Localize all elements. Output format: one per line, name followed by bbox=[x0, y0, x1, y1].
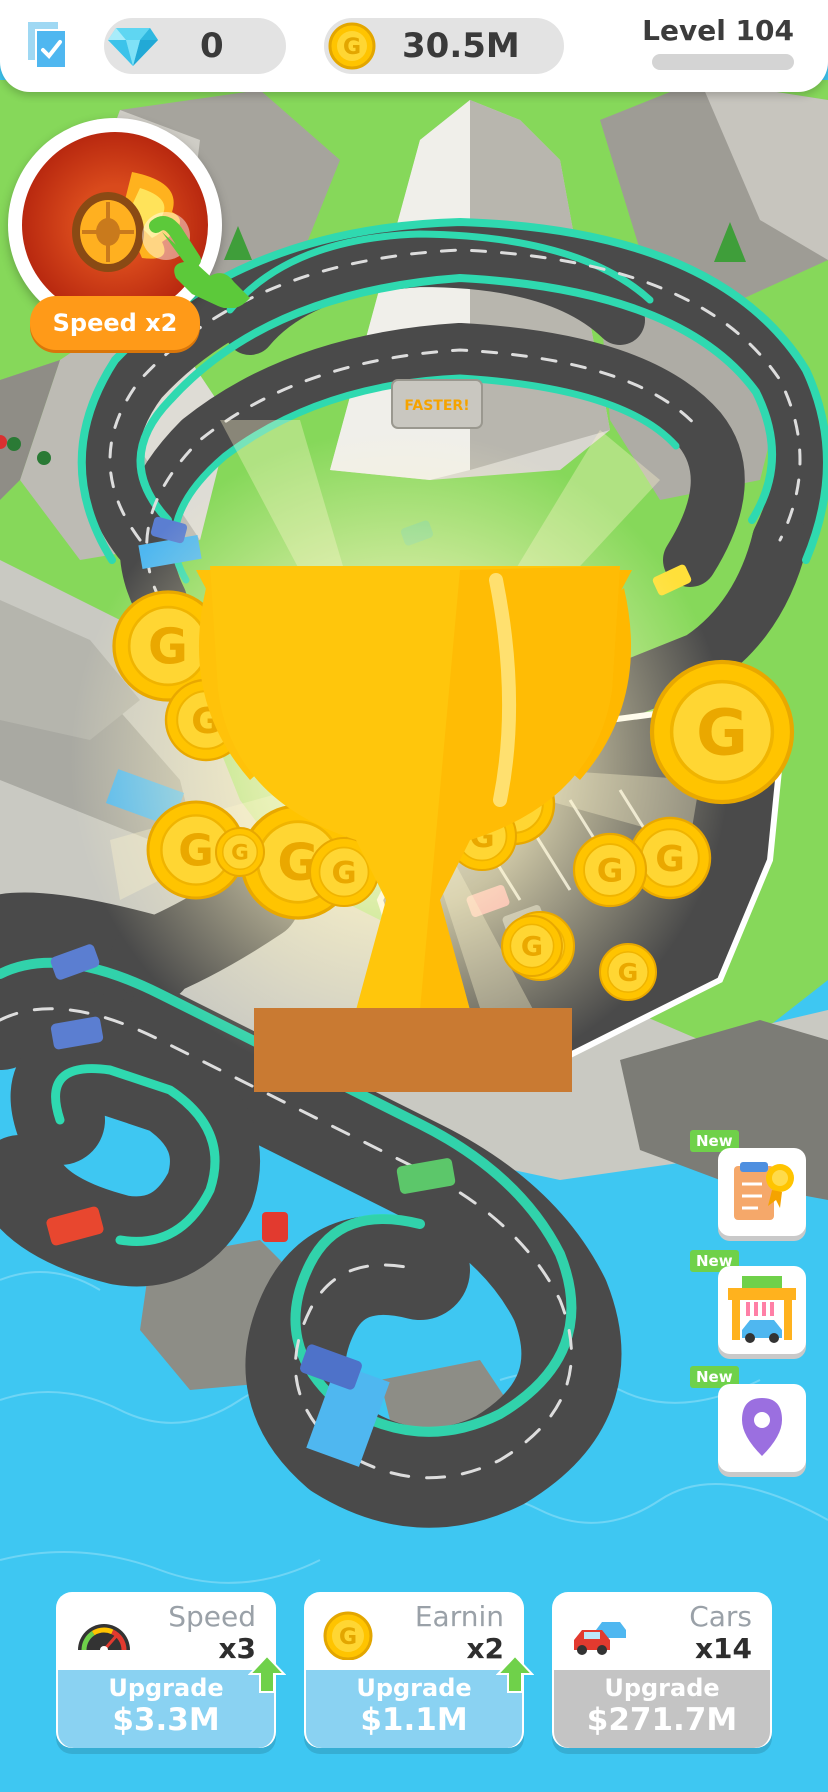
car-wash-button[interactable] bbox=[718, 1266, 806, 1354]
upgrade-label: Upgrade bbox=[356, 1674, 472, 1702]
svg-text:G: G bbox=[339, 1625, 357, 1650]
certificate-checklist-icon bbox=[734, 1162, 794, 1220]
svg-text:G: G bbox=[521, 932, 543, 963]
svg-text:G: G bbox=[331, 856, 356, 891]
upgrade-label: Upgrade bbox=[604, 1674, 720, 1702]
upgrade-button[interactable]: Upgrade $3.3M bbox=[58, 1670, 274, 1748]
coin-icon: G bbox=[599, 943, 657, 1001]
speed-boost-label[interactable]: Speed x2 bbox=[30, 296, 200, 350]
coins-counter: G 30.5M bbox=[324, 18, 564, 74]
top-bar: 0 G 30.5M Level 104 bbox=[0, 0, 828, 92]
upgrade-button[interactable]: Upgrade $271.7M bbox=[554, 1670, 770, 1748]
svg-text:G: G bbox=[178, 826, 213, 876]
coin-icon: G bbox=[215, 827, 265, 877]
upgrade-multiplier: x14 bbox=[694, 1632, 752, 1665]
svg-text:G: G bbox=[655, 839, 685, 880]
diamond-icon bbox=[106, 24, 160, 68]
checklist-icon[interactable] bbox=[26, 20, 70, 70]
svg-text:G: G bbox=[597, 852, 624, 890]
upgrade-name: Cars bbox=[689, 1600, 752, 1633]
upgrade-label: Upgrade bbox=[108, 1674, 224, 1702]
upgrade-price: $3.3M bbox=[112, 1702, 220, 1738]
coin-icon: G bbox=[649, 659, 795, 805]
upgrade-button[interactable]: Upgrade $1.1M bbox=[306, 1670, 522, 1748]
map-location-button[interactable] bbox=[718, 1384, 806, 1472]
svg-text:G: G bbox=[231, 841, 249, 866]
svg-text:G: G bbox=[696, 696, 748, 769]
location-pin-icon bbox=[742, 1398, 782, 1456]
gems-value: 0 bbox=[200, 26, 224, 66]
level-progress-bar bbox=[652, 54, 794, 70]
svg-text:G: G bbox=[343, 35, 361, 60]
gems-counter: 0 bbox=[104, 18, 286, 74]
cars-icon bbox=[570, 1610, 630, 1660]
upgrade-name: Speed bbox=[168, 1600, 256, 1633]
svg-text:G: G bbox=[148, 619, 188, 675]
coin-icon: G bbox=[328, 22, 376, 70]
arrow-up-icon bbox=[496, 1654, 534, 1693]
coins-value: 30.5M bbox=[402, 26, 520, 66]
earnings-upgrade-card[interactable]: G Earnin x2 Upgrade $1.1M bbox=[304, 1592, 524, 1748]
coin-icon: G bbox=[572, 832, 648, 908]
upgrade-price: $1.1M bbox=[360, 1702, 468, 1738]
car-wash-icon bbox=[728, 1276, 796, 1343]
coin-icon: G bbox=[501, 915, 563, 977]
pointing-hand-icon bbox=[142, 212, 250, 308]
speed-upgrade-card[interactable]: Speed x3 Upgrade $3.3M bbox=[56, 1592, 276, 1748]
arrow-up-icon bbox=[248, 1654, 286, 1693]
achievements-button[interactable] bbox=[718, 1148, 806, 1236]
level-label: Level 104 bbox=[642, 14, 794, 47]
upgrade-name: Earnin bbox=[414, 1600, 504, 1633]
svg-text:G: G bbox=[618, 958, 639, 987]
upgrade-price: $271.7M bbox=[586, 1702, 738, 1738]
cars-upgrade-card[interactable]: Cars x14 Upgrade $271.7M bbox=[552, 1592, 772, 1748]
coin-icon: G bbox=[322, 1610, 382, 1661]
speedometer-icon bbox=[74, 1610, 134, 1660]
